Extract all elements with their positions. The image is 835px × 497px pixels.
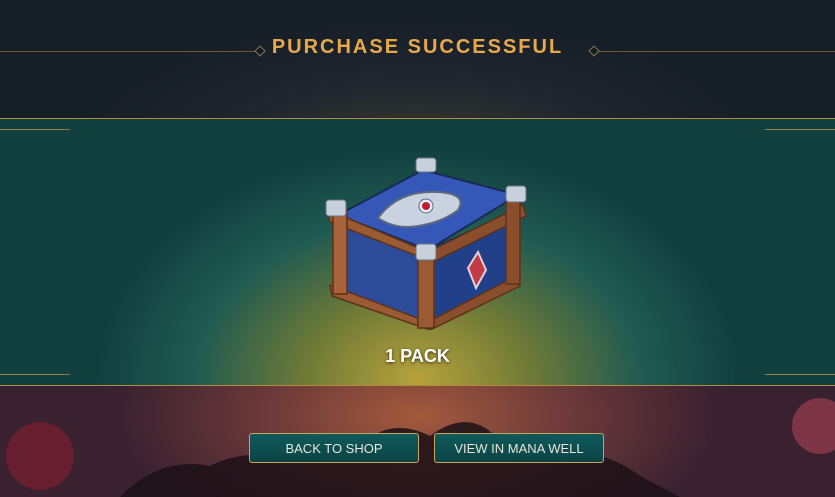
panel-corner-ornament <box>0 374 70 385</box>
reward-label: 1 PACK <box>385 346 450 366</box>
treasure-chest-icon <box>325 157 527 330</box>
view-in-mana-well-button[interactable]: VIEW IN MANA WELL <box>434 433 604 463</box>
panel-corner-ornament <box>765 374 835 385</box>
panel-corner-ornament <box>765 119 835 130</box>
purchase-title: PURCHASE SUCCESSFUL <box>271 36 564 58</box>
back-to-shop-button[interactable]: BACK TO SHOP <box>249 433 419 463</box>
header-band <box>0 0 835 118</box>
panel-corner-ornament <box>0 119 70 130</box>
